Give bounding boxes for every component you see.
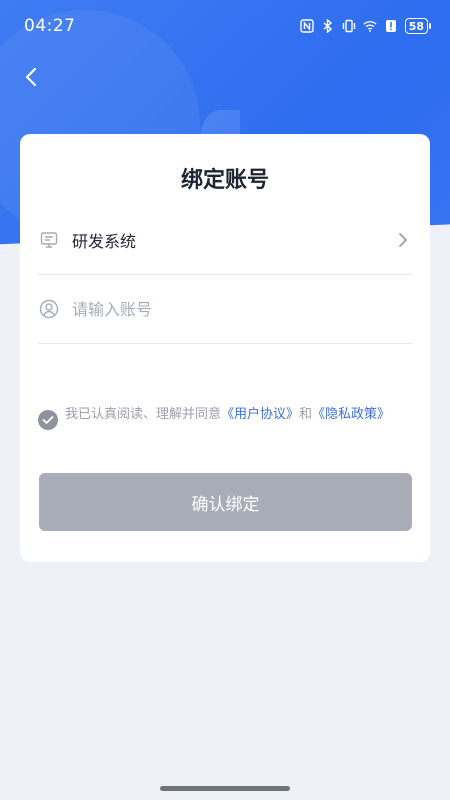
account-row [38, 275, 412, 344]
bluetooth-icon [321, 19, 335, 33]
bind-account-card: 绑定账号 研发系统 我已认真阅读、理解并同意《用户协议》和《隐私政策》 确认绑定 [20, 134, 430, 562]
alert-icon [384, 19, 398, 33]
nfc-icon [299, 19, 314, 33]
agreement-conjunction: 和 [299, 407, 313, 422]
page-title: 绑定账号 [180, 168, 269, 193]
battery-icon: 58 [404, 18, 432, 34]
vibrate-icon [342, 19, 356, 33]
status-time: 04:27 [24, 16, 76, 36]
chevron-right-icon [394, 231, 412, 249]
status-bar: 04:27 58 [0, 0, 450, 52]
account-input[interactable] [72, 299, 412, 319]
privacy-policy-link[interactable]: 《隐私政策》 [312, 407, 390, 422]
agreement-checkbox[interactable] [38, 410, 58, 430]
system-selector[interactable]: 研发系统 [38, 206, 412, 275]
wifi-icon [363, 19, 377, 33]
confirm-bind-button[interactable]: 确认绑定 [39, 473, 412, 531]
home-indicator[interactable] [160, 786, 290, 791]
agreement-text: 我已认真阅读、理解并同意《用户协议》和《隐私政策》 [65, 406, 390, 424]
check-icon [42, 416, 54, 424]
user-icon [38, 298, 60, 320]
status-icons: 58 [299, 18, 432, 34]
chevron-left-icon [25, 67, 37, 87]
system-label: 研发系统 [72, 232, 137, 251]
back-button[interactable] [14, 60, 48, 94]
agreement-prefix: 我已认真阅读、理解并同意 [65, 407, 222, 422]
agreement-section: 我已认真阅读、理解并同意《用户协议》和《隐私政策》 [38, 406, 412, 430]
user-agreement-link[interactable]: 《用户协议》 [221, 407, 299, 422]
monitor-icon [38, 229, 60, 251]
